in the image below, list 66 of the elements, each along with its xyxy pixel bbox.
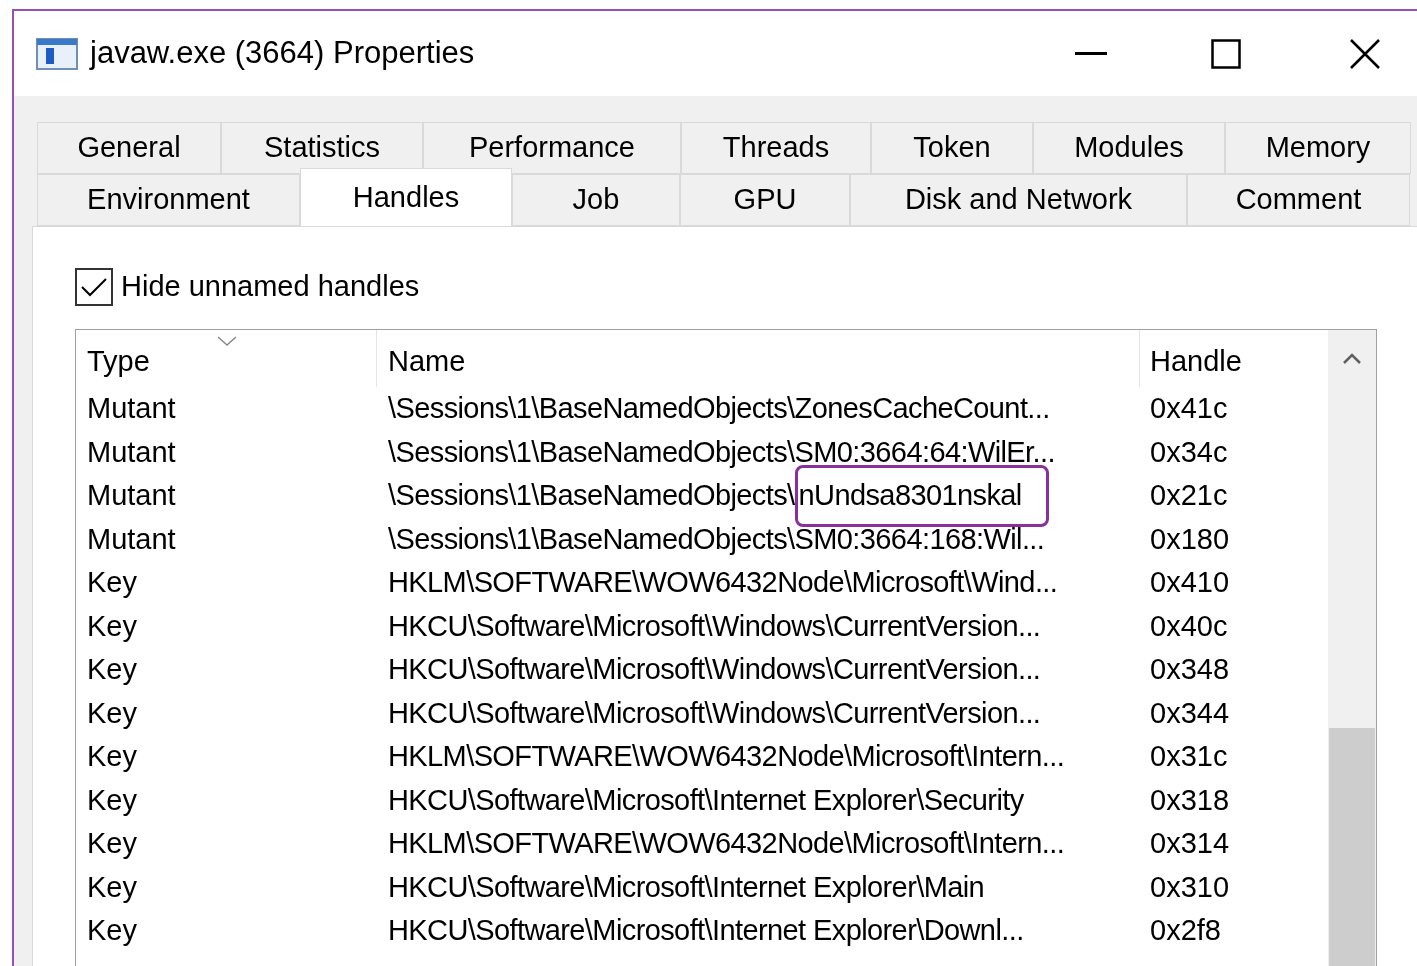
table-cell-text: Mutant [86,391,177,426]
table-cell-text: Key [86,913,138,948]
scroll-up-icon[interactable] [1342,352,1362,364]
tab[interactable]: Statistics [221,122,423,174]
table-cell-text: Key [86,869,138,905]
close-icon[interactable] [1349,37,1381,70]
table-cell-text: 0x31c [1149,739,1229,774]
check-icon [80,276,108,298]
table-cell-text: 0x21c [1149,478,1229,513]
column-header[interactable]: Name [377,330,1140,387]
tab[interactable]: General [37,122,221,174]
checkbox-label: Hide unnamed handles [121,269,420,305]
scroll-thumb[interactable] [1329,728,1375,966]
table-cell-text: \Sessions\1\BaseNamedObjects\ [388,478,795,513]
table-cell-text: Key [86,739,138,774]
checkbox[interactable] [75,268,113,306]
tab[interactable]: Disk and Network [850,174,1187,226]
table-cell-text: 0x318 [1149,782,1230,818]
maximize-icon[interactable] [1211,38,1241,69]
tab[interactable]: Job [512,174,680,226]
tab[interactable]: Token [871,122,1033,174]
table-cell-text: \Sessions\1\BaseNamedObjects\ZonesCacheCount... [388,391,1050,426]
table-cell-text: HKCU\Software\Microsoft\Internet Explorer\Security [388,782,1024,818]
tab[interactable]: Environment [37,174,300,226]
sort-caret-icon [217,336,237,346]
table-cell-text: Key [86,826,138,861]
table-cell-text: HKCU\Software\Microsoft\Windows\CurrentVersion... [388,608,1041,644]
minimize-icon[interactable] [1075,51,1107,56]
tab[interactable]: Comment [1187,174,1410,226]
scrollbar[interactable] [1328,330,1376,966]
tab[interactable]: Handles [300,168,512,226]
table-cell-text: 0x310 [1149,869,1230,905]
table-cell-text: Key [86,695,138,731]
table-cell-text: Key [86,782,138,818]
table-cell-text: 0x40c [1149,608,1229,644]
table-cell-text: HKCU\Software\Microsoft\Windows\CurrentVersion... [388,652,1041,687]
table-cell-text: Key [86,565,138,600]
table-cell-text: 0x348 [1149,652,1230,687]
table-cell-text: 0x344 [1149,695,1230,731]
table-cell-text: Key [86,652,138,687]
table-cell-text: HKCU\Software\Microsoft\Internet Explorer\Main [388,869,985,905]
table-cell-text: HKLM\SOFTWARE\WOW6432Node\Microsoft\Intern... [388,739,1065,774]
table-cell-text: 0x410 [1149,565,1230,600]
column-header[interactable]: Type [76,330,377,387]
table-cell-text: 0x34c [1149,434,1229,470]
tab[interactable]: Threads [681,122,871,174]
tab[interactable]: GPU [680,174,850,226]
tab[interactable]: Modules [1033,122,1225,174]
highlight-box: nUndsa8301nskal [794,465,1049,527]
table-cell-text: HKCU\Software\Microsoft\Windows\CurrentVersion... [388,695,1041,731]
tab[interactable]: Performance [423,122,681,174]
table-cell-text: 0x2f8 [1149,913,1222,948]
window-title: javaw.exe (3664) Properties [90,34,475,73]
table-cell-text: Mutant [86,434,177,470]
tab[interactable]: Memory [1225,122,1411,174]
table-cell-text: HKLM\SOFTWARE\WOW6432Node\Microsoft\Wind... [388,565,1058,600]
table-cell-text: 0x314 [1149,826,1230,861]
window-icon [36,37,78,70]
table-cell-text: Mutant [86,521,177,557]
table-cell-text: HKLM\SOFTWARE\WOW6432Node\Microsoft\Intern... [388,826,1065,861]
table-cell-text: Mutant [86,478,177,513]
table-cell-text: HKCU\Software\Microsoft\Internet Explorer\Downl... [388,913,1024,948]
table-cell-text: 0x41c [1149,391,1229,426]
column-header[interactable]: Handle [1140,330,1328,387]
table-cell-text: 0x180 [1149,521,1230,557]
table-cell-text: Key [86,608,138,644]
